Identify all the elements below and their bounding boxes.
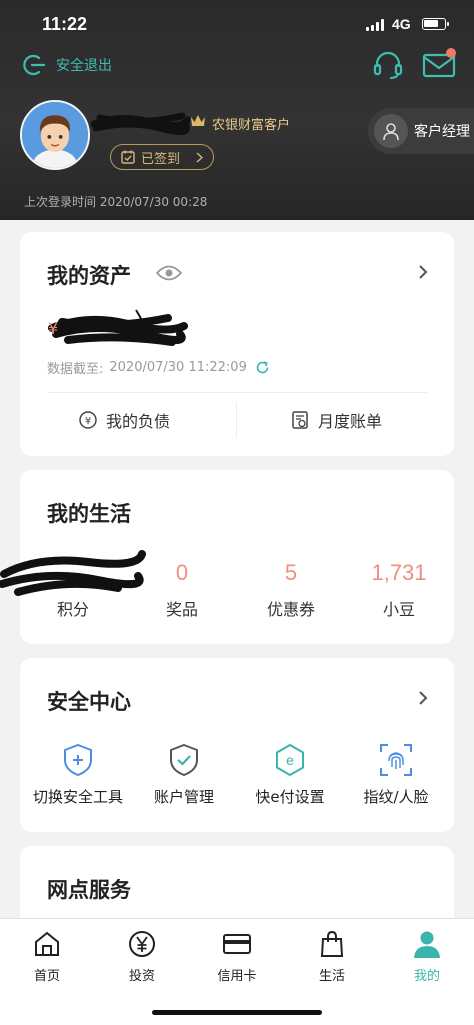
beans-value: 1,731	[371, 560, 427, 585]
signin-button[interactable]: 已签到	[110, 144, 214, 170]
prizes-value: 0	[175, 560, 189, 585]
life-card: 我的生活 积分 0 奖品 5 优惠券 1,731 小豆	[0, 470, 454, 644]
tab-invest[interactable]: 投资	[95, 929, 189, 984]
tab-home[interactable]: 首页	[0, 929, 94, 984]
crown-icon	[191, 115, 205, 126]
username-redacted	[90, 112, 190, 135]
calendar-check-icon	[121, 150, 135, 164]
monthly-bill-button[interactable]: 月度账单	[290, 402, 382, 438]
last-login-time: 上次登录时间 2020/07/30 00:28	[24, 195, 208, 209]
switch-security-tool-label: 切换安全工具	[32, 788, 123, 806]
tab-home-label: 首页	[33, 969, 60, 984]
points-value	[28, 558, 118, 588]
logout-label: 安全退出	[56, 58, 112, 74]
coupons-stat[interactable]: 5 优惠券	[246, 558, 336, 620]
customer-service-icon[interactable]	[372, 50, 404, 80]
coupons-value: 5	[284, 560, 298, 585]
beans-label: 小豆	[382, 600, 415, 619]
chevron-right-icon[interactable]	[418, 690, 428, 706]
epay-icon: e	[276, 743, 304, 777]
signin-label: 已签到	[141, 151, 181, 167]
switch-security-tool-button[interactable]: 切换安全工具	[24, 742, 132, 807]
data-timestamp: 数据截至: 2020/07/30 11:22:09	[47, 358, 270, 377]
tab-life-label: 生活	[318, 969, 345, 984]
shield-check-icon	[170, 743, 198, 777]
divider	[236, 402, 237, 438]
logout-button[interactable]: 安全退出	[20, 52, 112, 78]
chevron-right-icon	[196, 152, 203, 163]
account-manager-label: 客户经理	[414, 124, 470, 140]
logout-icon	[23, 54, 46, 76]
tab-invest-label: 投资	[128, 969, 155, 984]
my-liabilities-label: 我的负债	[106, 412, 171, 431]
account-management-button[interactable]: 账户管理	[130, 742, 238, 807]
tab-life[interactable]: 生活	[285, 929, 379, 984]
svg-text:¥: ¥	[48, 319, 58, 338]
assets-card: 我的资产 ¥ 数据截至: 2020/07/30 11:22:09 ¥ 我的负债	[20, 232, 454, 456]
network-type: 4G	[392, 16, 411, 32]
points-stat[interactable]: 积分	[28, 558, 118, 620]
refresh-icon[interactable]	[255, 360, 270, 375]
signal-icon	[366, 19, 386, 31]
points-label: 积分	[56, 600, 89, 619]
total-assets-redacted: ¥	[48, 309, 188, 346]
epay-settings-label: 快e付设置	[255, 788, 325, 806]
beans-stat[interactable]: 1,731 小豆	[354, 558, 444, 620]
tab-credit-card-label: 信用卡	[217, 969, 257, 984]
prizes-stat[interactable]: 0 奖品	[137, 558, 227, 620]
my-liabilities-button[interactable]: ¥ 我的负债	[78, 402, 170, 438]
tab-credit-card[interactable]: 信用卡	[190, 929, 284, 984]
status-time: 11:22	[42, 14, 88, 34]
home-indicator	[152, 1010, 322, 1015]
security-card: 安全中心 切换安全工具 账户管理 e 快e付设置 指纹/人脸	[20, 658, 454, 832]
credit-card-icon	[223, 934, 251, 954]
tab-mine-label: 我的	[413, 969, 440, 984]
bill-icon	[292, 411, 308, 429]
liability-icon: ¥	[79, 411, 97, 429]
fingerprint-face-button[interactable]: 指纹/人脸	[342, 742, 450, 807]
epay-settings-button[interactable]: e 快e付设置	[236, 742, 344, 807]
manager-person-icon	[374, 114, 408, 148]
bottom-tab-bar: 首页 投资 信用卡 生活 我的	[0, 918, 474, 1025]
status-bar: 11:22 4G	[0, 0, 474, 48]
battery-icon	[422, 18, 449, 30]
account-manager-button[interactable]: 客户经理	[368, 108, 474, 154]
svg-text:¥: ¥	[85, 416, 91, 427]
chevron-right-icon[interactable]	[418, 264, 428, 280]
outlet-services-title[interactable]: 网点服务	[47, 874, 131, 904]
security-title[interactable]: 安全中心	[47, 686, 131, 716]
shield-plus-icon	[64, 743, 92, 777]
account-management-label: 账户管理	[153, 788, 214, 806]
divider	[47, 392, 427, 393]
fingerprint-face-label: 指纹/人脸	[363, 788, 429, 806]
timestamp-value: 2020/07/30 11:22:09	[109, 360, 247, 375]
profile-header: 11:22 4G 安全退出 农银财富客户 已签到 客户经理 上次登录时间 202…	[0, 0, 474, 220]
home-icon	[35, 931, 59, 956]
tab-mine[interactable]: 我的	[380, 929, 474, 984]
svg-text:e: e	[286, 752, 294, 768]
coupons-label: 优惠券	[266, 600, 315, 619]
bag-icon	[320, 930, 344, 957]
assets-title[interactable]: 我的资产	[47, 260, 131, 290]
fingerprint-icon	[380, 744, 412, 776]
eye-icon[interactable]	[156, 264, 182, 282]
timestamp-label: 数据截至:	[47, 362, 104, 377]
notification-dot	[446, 48, 456, 58]
avatar[interactable]	[20, 100, 90, 170]
yen-icon	[129, 931, 155, 957]
monthly-bill-label: 月度账单	[318, 412, 383, 431]
prizes-label: 奖品	[165, 600, 198, 619]
life-title: 我的生活	[47, 502, 131, 526]
vip-level-label: 农银财富客户	[212, 118, 291, 133]
person-icon	[414, 931, 440, 958]
